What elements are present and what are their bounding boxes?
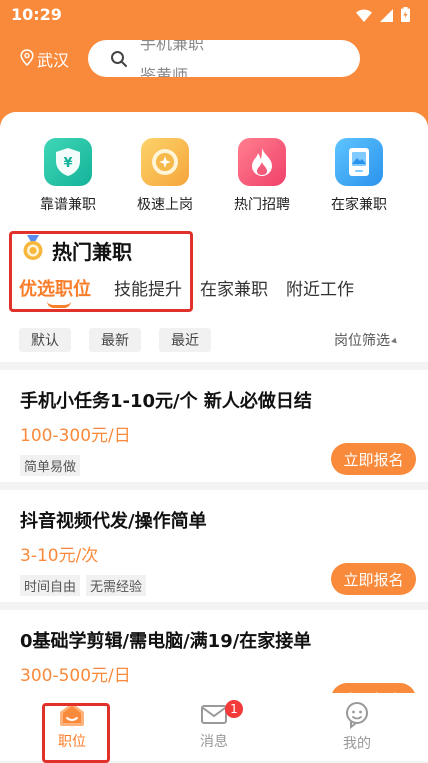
job-tags: 简单易做: [20, 455, 81, 476]
search-placeholder-rolling-next: 鉴黄师: [140, 66, 189, 77]
tabbar-label-messages: 消息: [200, 734, 228, 750]
search-placeholder-rolling-previous: 手机兼职: [140, 40, 205, 53]
position-filter-button[interactable]: 岗位筛选: [334, 330, 399, 350]
signal-icon: [380, 7, 393, 26]
svg-text:¥: ¥: [63, 156, 72, 171]
job-card[interactable]: 抖音视频代发/操作简单 3-10元/次 时间自由 无需经验 立即报名: [0, 490, 428, 602]
category-reliable-jobs[interactable]: ¥ 靠谱兼职: [28, 138, 108, 214]
job-tag: 简单易做: [20, 455, 81, 476]
job-salary: 300-500元/日: [20, 666, 131, 686]
message-badge: 1: [225, 700, 243, 718]
status-time: 10:29: [11, 5, 62, 24]
category-grid: ¥ 靠谱兼职 极速上岗 热门招聘 在家兼职: [0, 138, 428, 213]
phone-image-icon: [335, 138, 383, 186]
job-tags: 时间自由 无需经验: [20, 575, 147, 596]
tabbar-item-profile[interactable]: 我的: [327, 701, 387, 753]
search-input[interactable]: 手机兼职 鉴黄师: [88, 40, 360, 77]
sort-default-chip[interactable]: 默认: [19, 328, 71, 352]
position-filter-label: 岗位筛选: [334, 333, 390, 349]
category-label: 在家兼职: [331, 197, 387, 213]
category-label: 靠谱兼职: [40, 197, 96, 213]
job-tag: 无需经验: [86, 575, 147, 596]
battery-icon: [401, 7, 410, 26]
wifi-icon: [356, 7, 372, 26]
highlight-box-hot-jobs: [9, 231, 193, 312]
category-label: 热门招聘: [234, 197, 290, 213]
city-label: 武汉: [37, 51, 70, 70]
yen-shield-icon: ¥: [44, 138, 92, 186]
sort-latest-chip[interactable]: 最新: [89, 328, 141, 352]
tab-nearby-jobs[interactable]: 附近工作: [286, 275, 354, 301]
apply-button[interactable]: 立即报名: [331, 443, 416, 475]
job-card[interactable]: 手机小任务1-10元/个 新人必做日结 100-300元/日 简单易做 立即报名: [0, 370, 428, 482]
location-pin-icon: [20, 48, 34, 70]
job-salary: 3-10元/次: [20, 546, 99, 566]
job-title: 0基础学剪辑/需电脑/满19/在家接单: [20, 631, 312, 652]
profile-icon: [327, 701, 387, 733]
job-salary: 100-300元/日: [20, 426, 131, 446]
city-selector[interactable]: 武汉: [20, 47, 69, 71]
category-label: 极速上岗: [137, 197, 193, 213]
category-work-from-home[interactable]: 在家兼职: [319, 138, 399, 214]
flame-icon: [238, 138, 286, 186]
sort-filter-chips: 默认 最新 最近: [19, 328, 211, 352]
highlight-box-jobs-tab: [42, 703, 110, 763]
status-bar: 10:29: [0, 0, 428, 30]
job-title: 手机小任务1-10元/个 新人必做日结: [20, 391, 312, 412]
apply-button[interactable]: 立即报名: [331, 563, 416, 595]
tab-home-jobs[interactable]: 在家兼职: [200, 275, 286, 301]
search-icon: [110, 50, 128, 72]
coin-icon: [141, 138, 189, 186]
job-tag: 时间自由: [20, 575, 81, 596]
category-hot-recruit[interactable]: 热门招聘: [222, 138, 302, 214]
category-fast-start[interactable]: 极速上岗: [125, 138, 205, 214]
dropdown-triangle-icon: [391, 337, 399, 345]
sort-nearest-chip[interactable]: 最近: [159, 328, 211, 352]
tabbar-label-profile: 我的: [343, 736, 371, 752]
job-title: 抖音视频代发/操作简单: [20, 511, 207, 532]
